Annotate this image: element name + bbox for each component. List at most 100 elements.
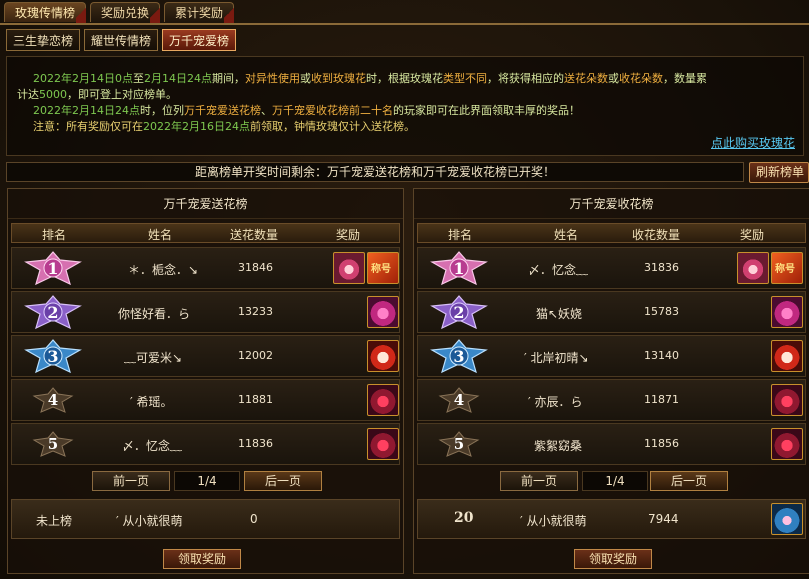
title-reward-icon[interactable]	[771, 252, 803, 284]
title-reward-icon[interactable]	[367, 252, 399, 284]
header-count: 收花数量	[632, 228, 681, 242]
text: ，将获得相应的	[487, 72, 564, 85]
rose-ranking-window: 玫瑰传情榜 奖励兑换 累计奖励 三生挚恋榜 耀世传情榜 万千宠爱榜 2022年2…	[0, 0, 809, 579]
header-name: 姓名	[148, 228, 173, 242]
rank-medal-icon: 1	[24, 250, 82, 286]
player-name: 你怪好看．ら	[118, 307, 191, 321]
header-name: 姓名	[554, 228, 579, 242]
rank-medal-icon: 5	[24, 426, 82, 462]
my-rank-row: 20 ′ 从小就很萌 7944	[417, 499, 806, 539]
my-rank: 20	[454, 510, 474, 526]
ring-reward-icon[interactable]	[737, 252, 769, 284]
tab-cumulative-reward[interactable]: 累计奖励	[164, 2, 235, 23]
gift-box-reward-icon[interactable]	[367, 296, 399, 328]
text: 收到玫瑰花	[311, 72, 366, 85]
panel-title: 万千宠爱收花榜	[414, 189, 809, 219]
text: 时，位列	[140, 104, 184, 117]
prev-page-button[interactable]: 前一页	[500, 471, 578, 491]
page-indicator: 1/4	[174, 471, 240, 491]
gift-box-reward-icon[interactable]	[771, 384, 803, 416]
rank-medal-icon: 2	[24, 294, 82, 330]
table-row: 4 ′ 亦辰．ら 11871	[417, 379, 806, 421]
tab-corner-decoration	[76, 3, 87, 23]
text: 或	[300, 72, 311, 85]
gift-box-reward-icon[interactable]	[367, 340, 399, 372]
text: 期间，	[212, 72, 245, 85]
table-row: 2 你怪好看．ら 13233	[11, 291, 400, 333]
text: 对异性使用	[245, 72, 300, 85]
rank-number: 4	[453, 391, 465, 409]
gift-box-reward-icon[interactable]	[771, 340, 803, 372]
divider	[0, 23, 809, 25]
pagination: 前一页 1/4 后一页	[8, 471, 403, 493]
text: 计达	[17, 88, 39, 101]
text: 2022年2月16日24点	[143, 120, 250, 133]
pagination: 前一页 1/4 后一页	[414, 471, 809, 493]
flower-count: 31836	[644, 261, 679, 274]
player-name: ﹏可爱米↘	[124, 351, 183, 365]
panel-title: 万千宠爱送花榜	[8, 189, 403, 219]
rank-number: 1	[47, 259, 59, 278]
text: 前领取，钟情玫瑰仅计入送花榜。	[250, 120, 415, 133]
table-row: 5 〆．忆念﹏ 11836	[11, 423, 400, 465]
player-name: ′ 亦辰．ら	[528, 395, 583, 409]
sub-tab-bar: 三生挚恋榜 耀世传情榜 万千宠爱榜	[6, 29, 237, 51]
tab-label: 奖励兑换	[101, 6, 150, 20]
text: 万千宠爱收花榜	[272, 104, 349, 117]
notice-line-2: 计达5000，即可登上对应榜单。	[17, 87, 795, 103]
rank-number: 3	[453, 347, 465, 366]
buy-roses-link[interactable]: 点此购买玫瑰花	[711, 135, 795, 151]
player-name: ′ 希瑶。	[130, 395, 173, 409]
text: 时，根据玫瑰花	[366, 72, 443, 85]
column-header: 排名 姓名 收花数量 奖励	[417, 223, 806, 243]
tab-rose-ranking[interactable]: 玫瑰传情榜	[4, 2, 87, 23]
gift-box-reward-icon[interactable]	[771, 503, 803, 535]
header-reward: 奖励	[336, 228, 361, 242]
gift-box-reward-icon[interactable]	[367, 428, 399, 460]
column-header: 排名 姓名 送花数量 奖励	[11, 223, 400, 243]
text: 2月14日24点	[144, 72, 212, 85]
next-page-button[interactable]: 后一页	[244, 471, 322, 491]
my-rank: 未上榜	[36, 514, 73, 528]
text: 或	[608, 72, 619, 85]
subtab-yaoshi[interactable]: 耀世传情榜	[84, 29, 159, 51]
ring-reward-icon[interactable]	[333, 252, 365, 284]
page-indicator: 1/4	[582, 471, 648, 491]
table-row: 4 ′ 希瑶。 11881	[11, 379, 400, 421]
rank-number: 1	[453, 259, 465, 278]
subtab-wanqian[interactable]: 万千宠爱榜	[162, 29, 237, 51]
rank-medal-icon: 4	[430, 382, 488, 418]
player-name: 〆．忆念﹏	[528, 263, 589, 277]
rank-medal-icon: 2	[430, 294, 488, 330]
text: ，即可登上对应榜单。	[67, 88, 177, 101]
rank-number: 2	[47, 303, 59, 322]
rank-number: 4	[47, 391, 59, 409]
rank-medal-icon: 3	[430, 338, 488, 374]
rank-number: 3	[47, 347, 59, 366]
gift-box-reward-icon[interactable]	[771, 428, 803, 460]
refresh-button[interactable]: 刷新榜单	[749, 162, 809, 183]
text: 前二十名	[349, 104, 393, 117]
my-name: ′ 从小就很萌	[116, 514, 183, 528]
flower-count: 11881	[238, 393, 273, 406]
player-name: 猫↖妖娆	[536, 307, 583, 321]
claim-reward-button[interactable]: 领取奖励	[163, 549, 241, 569]
table-row: 1 〆．忆念﹏ 31836	[417, 247, 806, 289]
claim-reward-button[interactable]: 领取奖励	[574, 549, 652, 569]
tab-reward-exchange[interactable]: 奖励兑换	[90, 2, 161, 23]
rank-number: 2	[453, 303, 465, 322]
prev-page-button[interactable]: 前一页	[92, 471, 170, 491]
gift-box-reward-icon[interactable]	[367, 384, 399, 416]
player-name: ＊．栀念．↘	[128, 263, 199, 277]
table-row: 2 猫↖妖娆 15783	[417, 291, 806, 333]
rank-medal-icon: 1	[430, 250, 488, 286]
next-page-button[interactable]: 后一页	[650, 471, 728, 491]
text: 至	[133, 72, 144, 85]
gift-box-reward-icon[interactable]	[771, 296, 803, 328]
header-count: 送花数量	[230, 228, 279, 242]
countdown-bar: 距离榜单开奖时间剩余：万千宠爱送花榜和万千宠爱收花榜已开奖！	[6, 162, 744, 182]
header-reward: 奖励	[740, 228, 765, 242]
flower-count: 13233	[238, 305, 273, 318]
subtab-sansheng[interactable]: 三生挚恋榜	[6, 29, 81, 51]
my-count: 0	[250, 512, 258, 526]
